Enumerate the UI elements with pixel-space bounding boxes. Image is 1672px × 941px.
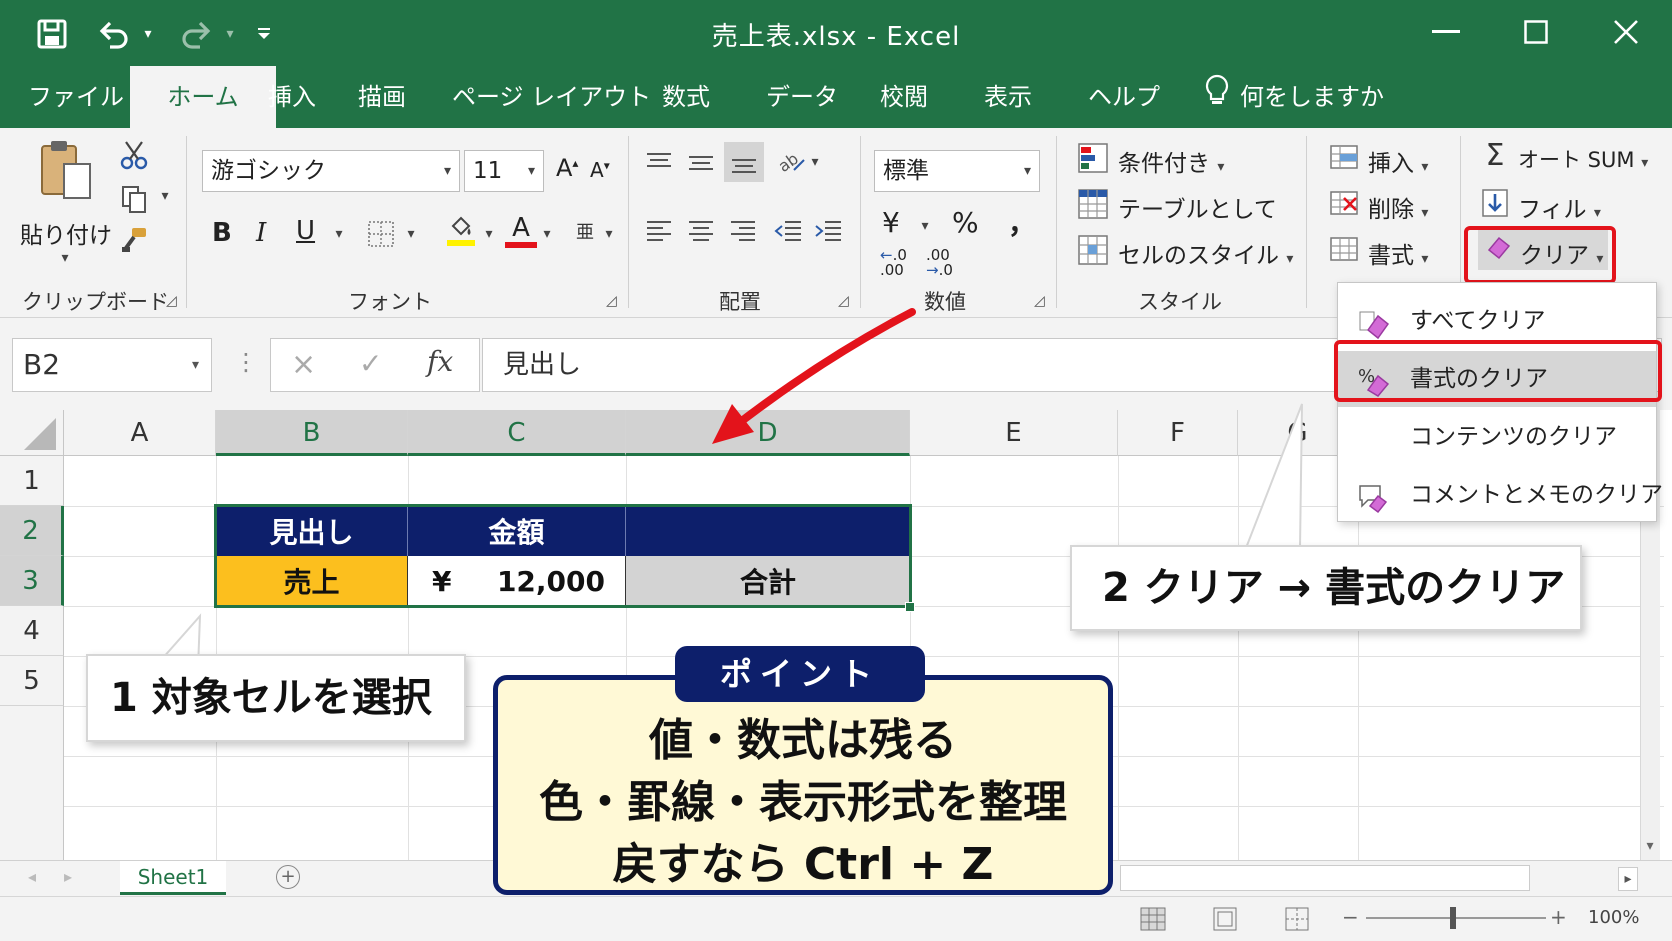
point-tag: ポイント (675, 646, 925, 702)
step-1-callout: 1 対象セルを選択 (86, 654, 466, 742)
callout-2-pointer (1244, 403, 1303, 549)
point-line-2: 色・罫線・表示形式を整理 (539, 777, 1067, 828)
point-line-1: 値・数式は残る (649, 715, 957, 766)
step-2-callout: 2 クリア → 書式のクリア (1070, 545, 1582, 631)
point-line-3: 戻すなら Ctrl + Z (612, 839, 994, 890)
